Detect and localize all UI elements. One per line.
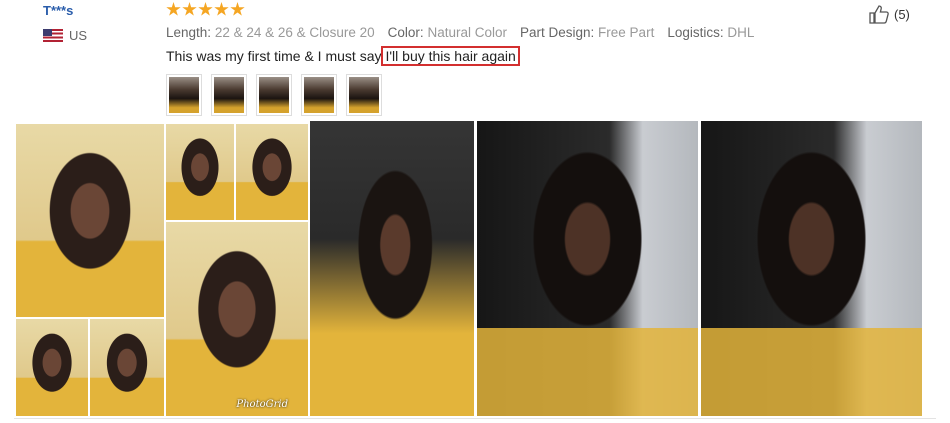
collage-cell	[90, 319, 164, 416]
us-flag-icon	[43, 29, 63, 42]
photo-watermark: PhotoGrid	[236, 399, 288, 410]
star-icon	[166, 2, 181, 16]
spec-logistics: Logistics: DHL	[667, 25, 755, 40]
collage-cell	[16, 124, 164, 317]
helpful-button[interactable]: (5)	[868, 4, 910, 24]
review-photo-gallery: PhotoGrid	[16, 121, 922, 416]
star-icon	[214, 2, 229, 16]
country-label: US	[69, 28, 88, 43]
collage-photo[interactable]: PhotoGrid	[16, 124, 308, 416]
review-thumbnail[interactable]	[346, 74, 382, 116]
reviewer-name: T***s	[43, 3, 74, 18]
like-count: (5)	[894, 6, 910, 22]
review-text-highlight: I'll buy this hair again	[381, 46, 520, 66]
spec-color: Color: Natural Color	[387, 25, 507, 40]
star-icon	[182, 2, 197, 16]
rating-stars	[166, 2, 245, 17]
review-thumbnail[interactable]	[211, 74, 247, 116]
collage-cell	[16, 319, 88, 416]
star-icon	[230, 2, 245, 16]
review-thumbnail[interactable]	[166, 74, 202, 116]
review-thumbnail[interactable]	[256, 74, 292, 116]
review-thumbnail[interactable]	[301, 74, 337, 116]
collage-cell	[166, 222, 308, 416]
reviewer-country: US	[43, 28, 87, 43]
review-thumbnails	[166, 74, 382, 116]
thumbs-up-icon[interactable]	[868, 4, 890, 24]
collage-cell	[166, 124, 234, 220]
spec-part-design: Part Design: Free Part	[519, 25, 655, 40]
review-text: This was my first time & I must say I'll …	[166, 46, 520, 66]
review-photo[interactable]	[477, 121, 698, 416]
review-photo[interactable]	[310, 121, 474, 416]
review-photo[interactable]	[701, 121, 922, 416]
collage-cell	[236, 124, 308, 220]
review-text-main: This was my first time & I must say	[166, 48, 382, 64]
spec-length: Length: 22 & 24 & 26 & Closure 20	[166, 25, 375, 40]
divider	[14, 418, 936, 419]
star-icon	[198, 2, 213, 16]
product-specs: Length: 22 & 24 & 26 & Closure 20 Color:…	[166, 25, 754, 40]
